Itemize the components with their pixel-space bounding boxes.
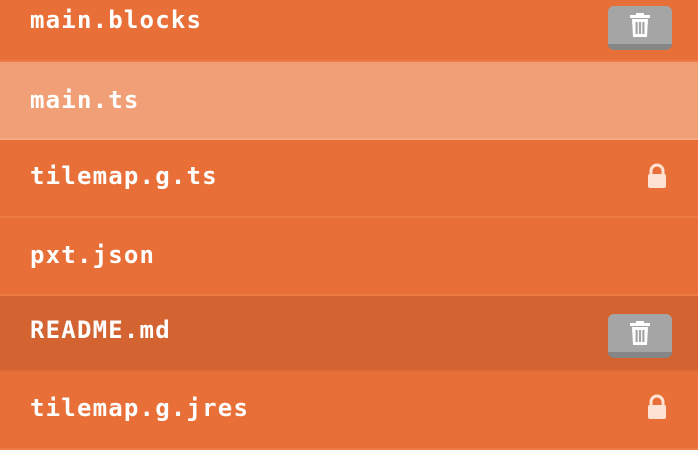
file-row-tilemap-g-jres[interactable]: tilemap.g.jres xyxy=(0,372,698,450)
trash-icon xyxy=(630,13,650,37)
file-row-pxt-json[interactable]: pxt.json xyxy=(0,218,698,296)
file-row-tilemap-g-ts[interactable]: tilemap.g.ts xyxy=(0,140,698,218)
lock-icon xyxy=(648,163,666,188)
delete-file-button[interactable] xyxy=(608,6,672,50)
file-name: main.ts xyxy=(30,86,140,114)
file-name: tilemap.g.jres xyxy=(30,394,250,422)
file-row-main-blocks[interactable]: main.blocks xyxy=(0,0,698,62)
file-name: README.md xyxy=(30,316,171,344)
file-name: pxt.json xyxy=(30,241,156,269)
file-row-readme-md[interactable]: README.md xyxy=(0,296,698,372)
delete-file-button[interactable] xyxy=(608,314,672,358)
file-list: main.blocks main.ts tilemap.g.ts pxt.jso… xyxy=(0,0,698,450)
file-row-main-ts[interactable]: main.ts xyxy=(0,62,698,140)
lock-icon xyxy=(648,394,666,419)
file-name: tilemap.g.ts xyxy=(30,162,218,190)
trash-icon xyxy=(630,321,650,345)
file-name: main.blocks xyxy=(30,6,203,34)
